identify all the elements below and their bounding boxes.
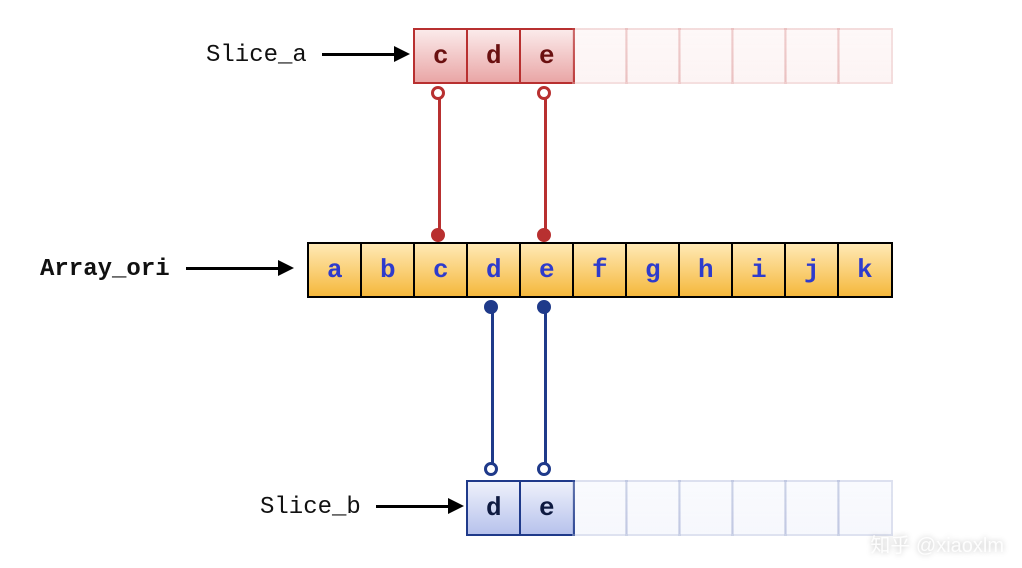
slice-a-row: cde <box>413 28 893 84</box>
dot-sb-left-solid <box>484 300 498 314</box>
array-ori-cell: g <box>625 242 681 298</box>
slice-a-cell-capacity <box>784 28 840 84</box>
connector-sb-left <box>491 312 494 466</box>
slice-b-cell-capacity <box>837 480 893 536</box>
dot-sb-left-open <box>484 462 498 476</box>
array-ori-cell: d <box>466 242 522 298</box>
array-ori-cell: k <box>837 242 893 298</box>
array-ori-cell: a <box>307 242 363 298</box>
slice-b-cell-capacity <box>625 480 681 536</box>
connector-sa-left <box>438 98 441 236</box>
dot-sb-right-solid <box>537 300 551 314</box>
array-ori-cell: e <box>519 242 575 298</box>
slice-a-cell-capacity <box>731 28 787 84</box>
connector-sa-right <box>544 98 547 236</box>
dot-sa-left-solid <box>431 228 445 242</box>
label-array-ori: Array_ori <box>40 256 170 283</box>
label-slice-a: Slice_a <box>206 42 307 69</box>
slice-b-cell-capacity <box>731 480 787 536</box>
array-ori-cell: f <box>572 242 628 298</box>
slice-b-row: de <box>466 480 893 536</box>
slice-a-cell-capacity <box>837 28 893 84</box>
array-ori-cell: c <box>413 242 469 298</box>
array-ori-row: abcdefghijk <box>307 242 893 298</box>
slice-b-cell: e <box>519 480 575 536</box>
array-ori-cell: i <box>731 242 787 298</box>
array-ori-cell: h <box>678 242 734 298</box>
array-ori-cell: b <box>360 242 416 298</box>
dot-sa-right-open <box>537 86 551 100</box>
dot-sa-left-open <box>431 86 445 100</box>
slice-a-cell: c <box>413 28 469 84</box>
array-ori-cell: j <box>784 242 840 298</box>
dot-sb-right-open <box>537 462 551 476</box>
diagram-canvas: Slice_a Array_ori Slice_b cde abcdefghij… <box>0 0 1022 568</box>
slice-b-cell: d <box>466 480 522 536</box>
connector-sb-right <box>544 312 547 466</box>
watermark: 知乎 @xiaoxlm <box>870 529 1004 558</box>
slice-a-cell-capacity <box>572 28 628 84</box>
slice-b-cell-capacity <box>678 480 734 536</box>
slice-a-cell: d <box>466 28 522 84</box>
slice-b-cell-capacity <box>572 480 628 536</box>
slice-b-cell-capacity <box>784 480 840 536</box>
dot-sa-right-solid <box>537 228 551 242</box>
slice-a-cell-capacity <box>625 28 681 84</box>
slice-a-cell-capacity <box>678 28 734 84</box>
slice-a-cell: e <box>519 28 575 84</box>
label-slice-b: Slice_b <box>260 494 361 521</box>
